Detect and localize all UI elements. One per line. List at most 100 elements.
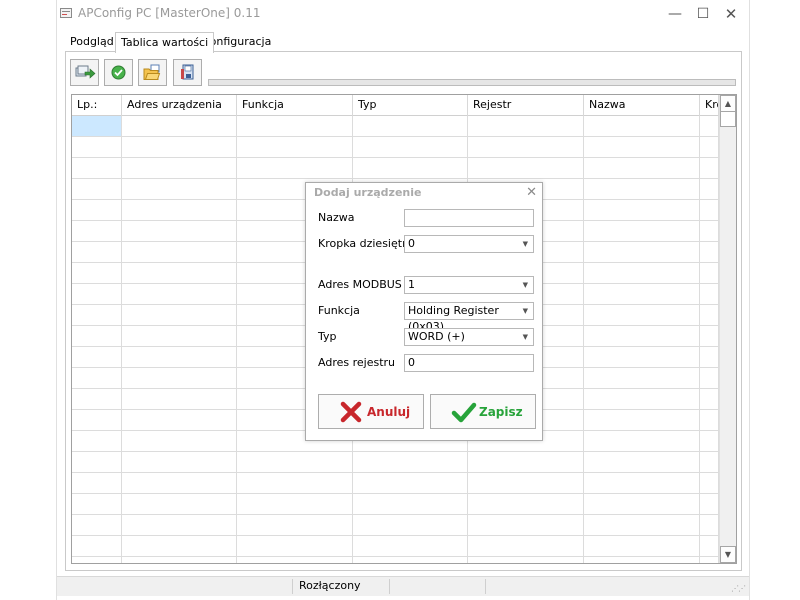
tab-podglad[interactable]: Podgląd: [65, 34, 119, 52]
import-button[interactable]: [70, 59, 99, 86]
table-cell[interactable]: [353, 536, 468, 556]
table-cell[interactable]: [700, 536, 719, 556]
table-cell[interactable]: [122, 137, 237, 157]
table-cell[interactable]: [237, 515, 353, 535]
table-cell[interactable]: [72, 515, 122, 535]
col-lp[interactable]: Lp.:: [72, 95, 122, 116]
table-cell[interactable]: [353, 494, 468, 514]
table-cell[interactable]: [700, 263, 719, 283]
type-select[interactable]: WORD (+) ▼: [404, 328, 534, 346]
cancel-button[interactable]: Anuluj: [318, 394, 424, 429]
vertical-scrollbar[interactable]: ▲ ▼: [719, 95, 736, 563]
table-cell[interactable]: [468, 137, 584, 157]
table-row[interactable]: [72, 158, 719, 179]
table-cell[interactable]: [584, 557, 700, 563]
table-cell[interactable]: [72, 137, 122, 157]
save-button[interactable]: Zapisz: [430, 394, 536, 429]
table-cell[interactable]: [122, 305, 237, 325]
table-cell[interactable]: [700, 116, 719, 136]
table-cell[interactable]: [584, 389, 700, 409]
table-cell[interactable]: [122, 536, 237, 556]
table-cell[interactable]: [72, 557, 122, 563]
table-cell[interactable]: [584, 347, 700, 367]
table-row[interactable]: [72, 557, 719, 563]
table-cell[interactable]: [584, 221, 700, 241]
table-cell[interactable]: [584, 452, 700, 472]
col-typ[interactable]: Typ: [353, 95, 468, 116]
table-cell[interactable]: [122, 158, 237, 178]
minimize-button[interactable]: —: [661, 0, 689, 28]
name-input[interactable]: [404, 209, 534, 227]
col-adres-urzadzenia[interactable]: Adres urządzenia: [122, 95, 237, 116]
table-cell[interactable]: [122, 494, 237, 514]
table-cell[interactable]: [122, 557, 237, 563]
table-cell[interactable]: [700, 326, 719, 346]
table-cell[interactable]: [584, 305, 700, 325]
table-cell[interactable]: [72, 179, 122, 199]
table-cell[interactable]: [584, 116, 700, 136]
modbus-address-select[interactable]: 1 ▼: [404, 276, 534, 294]
table-cell[interactable]: [584, 410, 700, 430]
table-cell[interactable]: [700, 494, 719, 514]
table-cell[interactable]: [700, 431, 719, 451]
table-cell[interactable]: [72, 200, 122, 220]
table-cell[interactable]: [72, 263, 122, 283]
table-cell[interactable]: [700, 368, 719, 388]
table-cell[interactable]: [584, 179, 700, 199]
table-cell[interactable]: [72, 284, 122, 304]
scroll-down-icon[interactable]: ▼: [720, 546, 736, 563]
table-cell[interactable]: [700, 137, 719, 157]
table-cell[interactable]: [122, 179, 237, 199]
table-cell[interactable]: [72, 473, 122, 493]
table-cell[interactable]: [72, 116, 122, 136]
table-cell[interactable]: [122, 242, 237, 262]
table-cell[interactable]: [122, 452, 237, 472]
table-cell[interactable]: [468, 473, 584, 493]
col-nazwa[interactable]: Nazwa: [584, 95, 700, 116]
table-cell[interactable]: [584, 368, 700, 388]
table-cell[interactable]: [468, 158, 584, 178]
table-cell[interactable]: [584, 326, 700, 346]
table-cell[interactable]: [237, 116, 353, 136]
table-cell[interactable]: [237, 494, 353, 514]
table-cell[interactable]: [700, 179, 719, 199]
col-funkcja[interactable]: Funkcja: [237, 95, 353, 116]
decimal-select[interactable]: 0 ▼: [404, 235, 534, 253]
table-cell[interactable]: [468, 536, 584, 556]
table-cell[interactable]: [122, 347, 237, 367]
table-cell[interactable]: [353, 116, 468, 136]
table-cell[interactable]: [584, 158, 700, 178]
table-cell[interactable]: [353, 158, 468, 178]
table-cell[interactable]: [122, 284, 237, 304]
table-cell[interactable]: [122, 221, 237, 241]
table-cell[interactable]: [584, 284, 700, 304]
table-cell[interactable]: [122, 515, 237, 535]
function-select[interactable]: Holding Register (0x03) ▼: [404, 302, 534, 333]
table-cell[interactable]: [468, 116, 584, 136]
table-cell[interactable]: [122, 326, 237, 346]
table-cell[interactable]: [353, 515, 468, 535]
check-button[interactable]: [104, 59, 133, 86]
table-cell[interactable]: [700, 284, 719, 304]
table-cell[interactable]: [122, 200, 237, 220]
table-cell[interactable]: [700, 200, 719, 220]
table-cell[interactable]: [122, 431, 237, 451]
table-cell[interactable]: [468, 515, 584, 535]
table-cell[interactable]: [72, 536, 122, 556]
col-rejestr[interactable]: Rejestr: [468, 95, 584, 116]
table-cell[interactable]: [584, 242, 700, 262]
table-cell[interactable]: [584, 515, 700, 535]
table-row[interactable]: [72, 536, 719, 557]
register-address-input[interactable]: 0: [404, 354, 534, 372]
table-cell[interactable]: [237, 473, 353, 493]
table-cell[interactable]: [237, 158, 353, 178]
maximize-button[interactable]: ☐: [689, 0, 717, 28]
table-cell[interactable]: [700, 557, 719, 563]
table-row[interactable]: [72, 452, 719, 473]
table-cell[interactable]: [584, 263, 700, 283]
table-row[interactable]: [72, 473, 719, 494]
table-cell[interactable]: [72, 368, 122, 388]
table-cell[interactable]: [72, 158, 122, 178]
table-cell[interactable]: [353, 473, 468, 493]
resize-grip-icon[interactable]: ⋰⋰: [731, 584, 746, 593]
